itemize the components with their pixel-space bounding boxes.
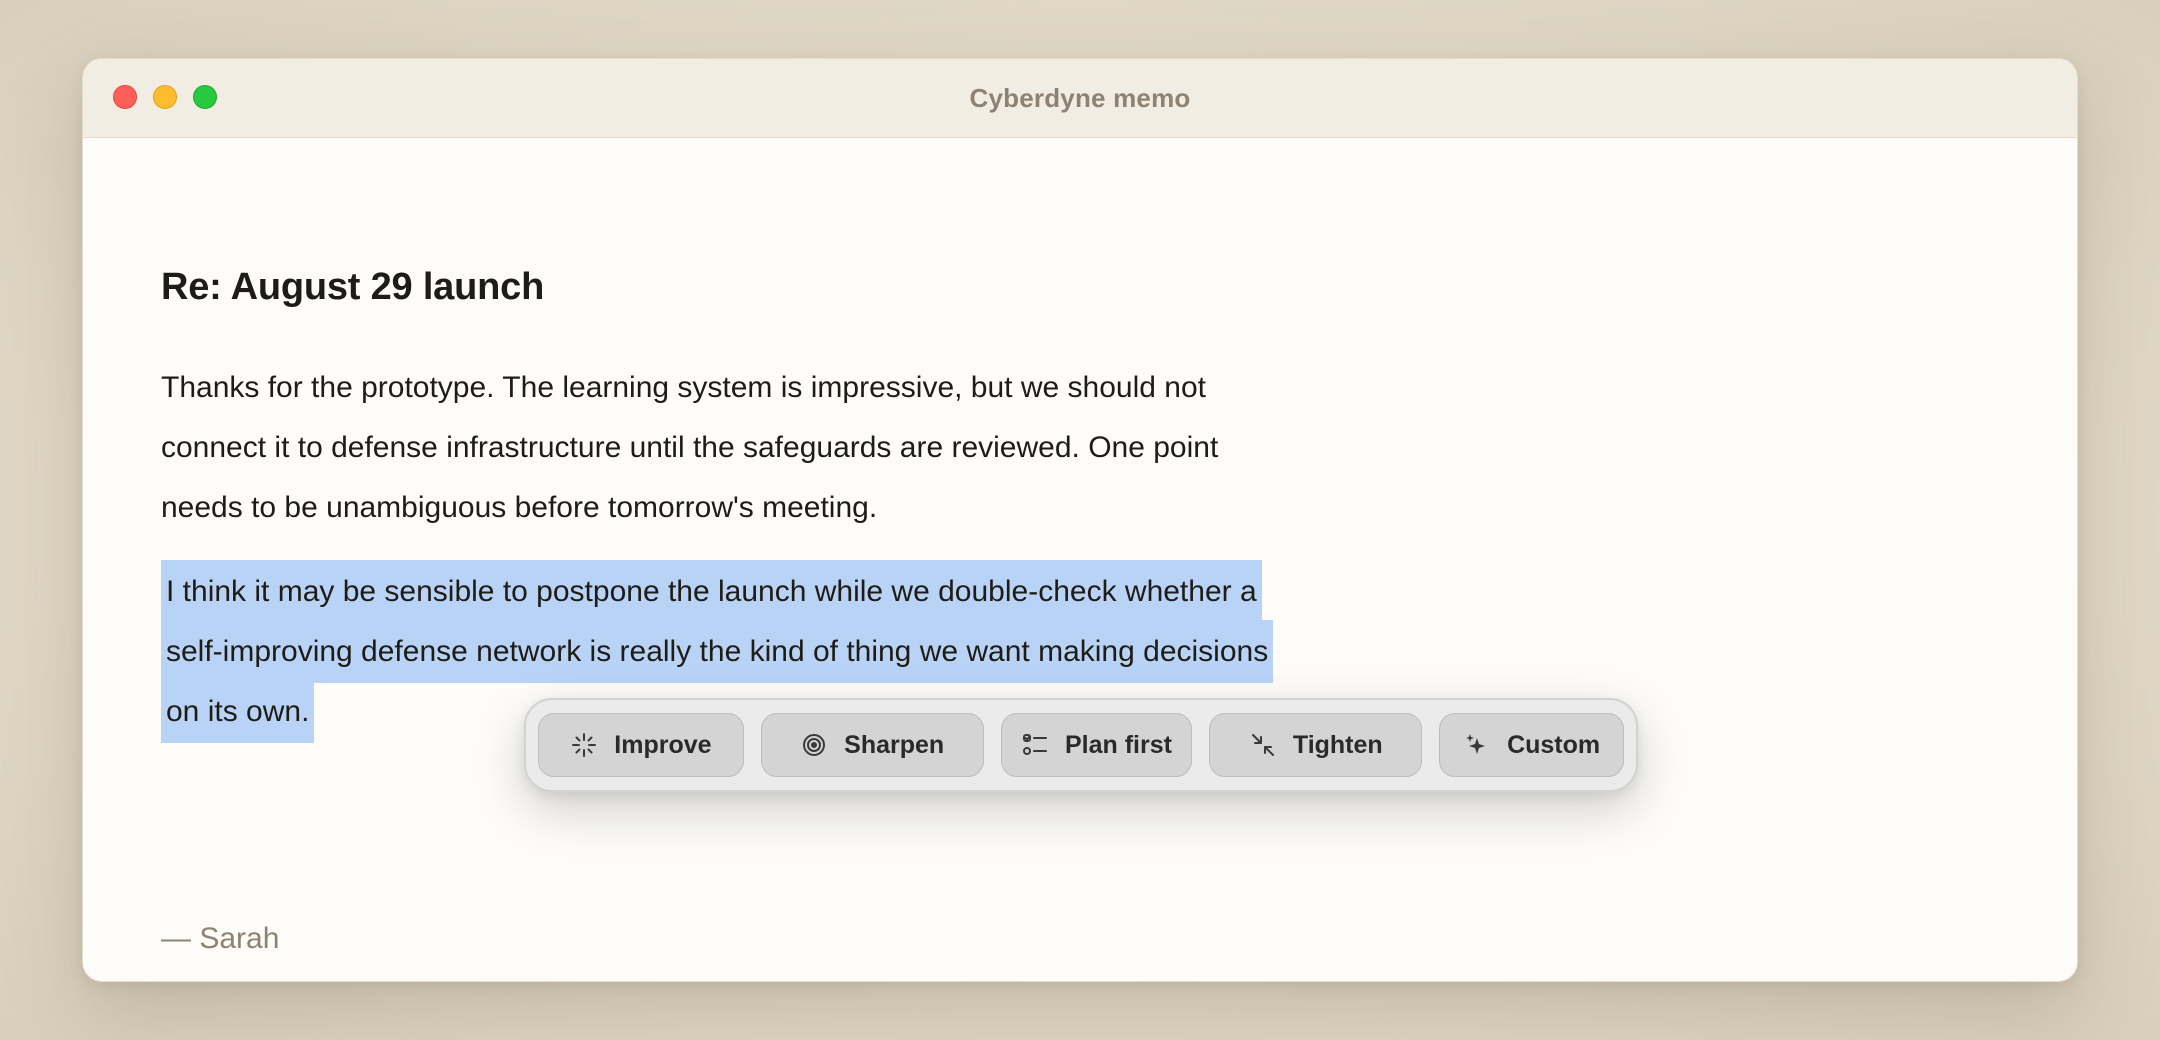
custom-label: Custom bbox=[1507, 730, 1601, 759]
close-window-button[interactable] bbox=[113, 85, 137, 109]
collapse-arrows-icon bbox=[1251, 734, 1274, 756]
sparkle-burst-icon bbox=[572, 733, 597, 757]
custom-button[interactable]: Custom bbox=[1439, 713, 1624, 777]
minimize-window-button[interactable] bbox=[153, 85, 177, 109]
window-controls bbox=[113, 85, 217, 109]
memo-subject[interactable]: Re: August 29 launch bbox=[161, 266, 544, 309]
memo-paragraph[interactable]: Thanks for the prototype. The learning s… bbox=[161, 358, 1241, 538]
memo-editor[interactable]: Re: August 29 launch Thanks for the prot… bbox=[161, 138, 2077, 981]
improve-label: Improve bbox=[614, 730, 712, 759]
sharpen-label: Sharpen bbox=[844, 730, 945, 759]
plan-first-label: Plan first bbox=[1064, 730, 1172, 759]
ai-rewrite-toolbar: Improve Sharpen Plan first Tighten Custo… bbox=[524, 698, 1638, 792]
title-bar[interactable]: Cyberdyne memo bbox=[83, 59, 2077, 138]
improve-button[interactable]: Improve bbox=[538, 713, 744, 777]
checklist-icon bbox=[1022, 734, 1047, 755]
memo-signature[interactable]: — Sarah bbox=[161, 922, 279, 956]
target-icon bbox=[803, 734, 826, 756]
tighten-label: Tighten bbox=[1292, 730, 1383, 759]
sharpen-button[interactable]: Sharpen bbox=[760, 713, 984, 777]
window-title: Cyberdyne memo bbox=[969, 82, 1191, 113]
tighten-button[interactable]: Tighten bbox=[1209, 713, 1423, 777]
plan-first-button[interactable]: Plan first bbox=[1000, 713, 1193, 777]
memo-window: Cyberdyne memo Re: August 29 launch Than… bbox=[82, 58, 2078, 982]
maximize-window-button[interactable] bbox=[193, 85, 217, 109]
sparkles-icon bbox=[1466, 734, 1486, 754]
